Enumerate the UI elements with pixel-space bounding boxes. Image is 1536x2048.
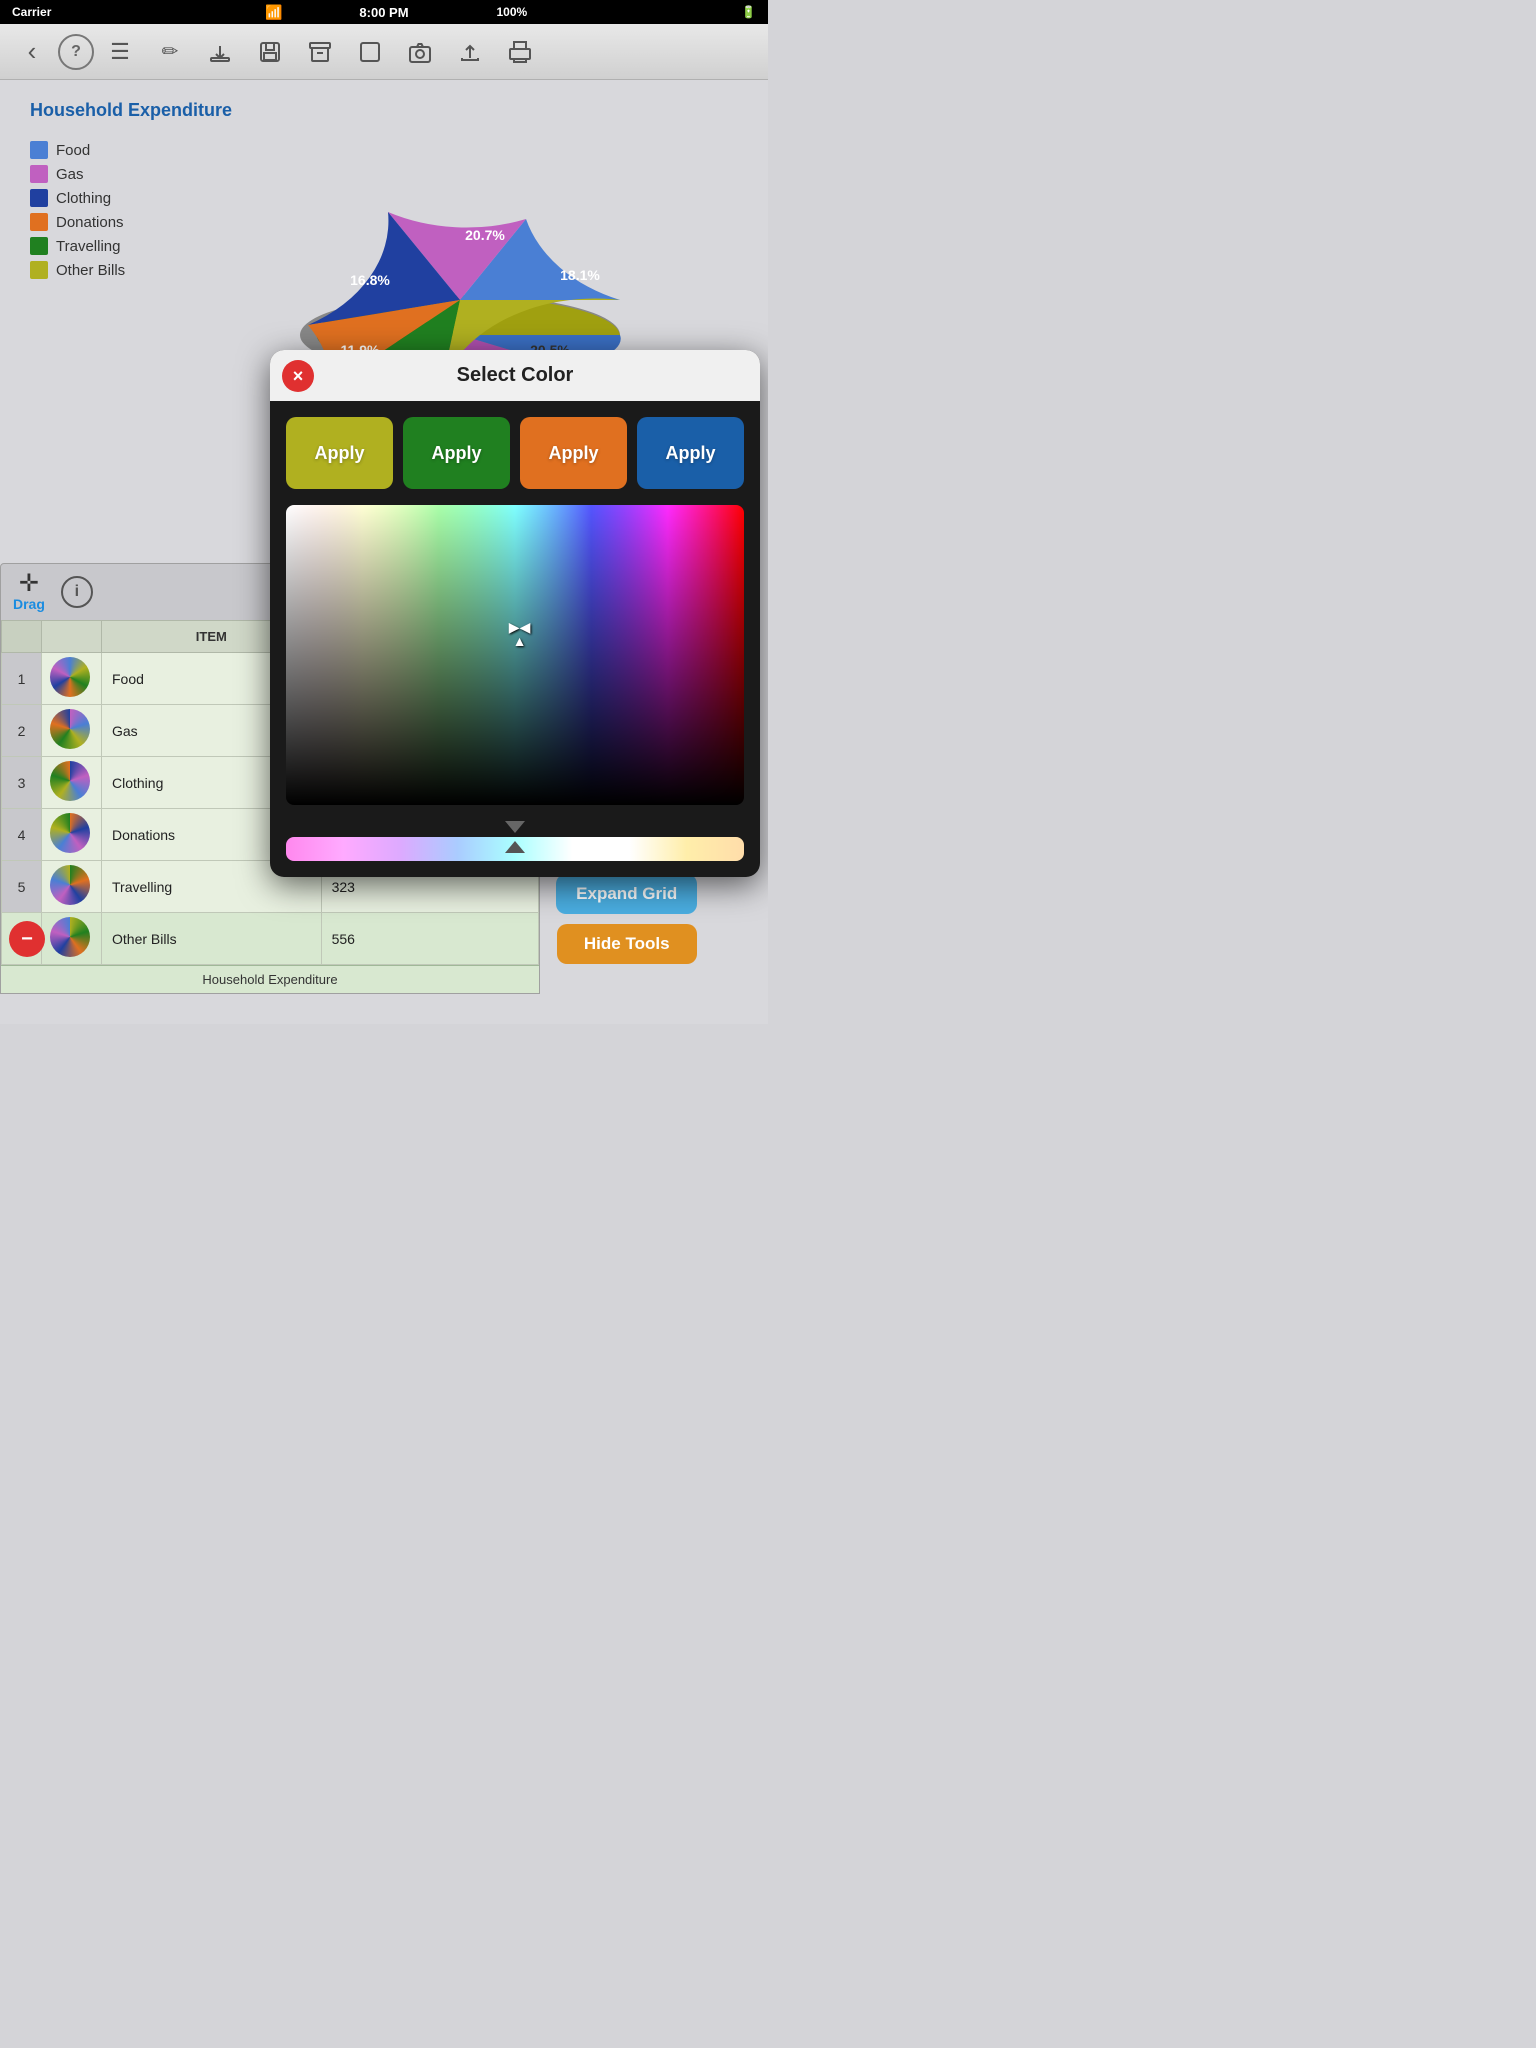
- modal-overlay: × Select Color Apply Apply Apply Apply ▶…: [0, 80, 768, 1024]
- share-button[interactable]: [446, 30, 494, 74]
- battery-label: 100%: [496, 5, 527, 19]
- print-button[interactable]: [496, 30, 544, 74]
- battery-icon: 🔋: [741, 5, 756, 19]
- preset-button-2[interactable]: Apply: [520, 417, 627, 489]
- download-button[interactable]: [196, 30, 244, 74]
- save-button[interactable]: [246, 30, 294, 74]
- modal-header: × Select Color: [270, 350, 760, 401]
- preset-button-1[interactable]: Apply: [403, 417, 510, 489]
- modal-close-button[interactable]: ×: [282, 360, 314, 392]
- archive-button[interactable]: [296, 30, 344, 74]
- preset-button-3[interactable]: Apply: [637, 417, 744, 489]
- hue-slider[interactable]: [286, 837, 744, 861]
- toolbar: ‹ ? ☰ ✏: [0, 24, 768, 80]
- main-content: Household Expenditure Food Gas Clothing …: [0, 80, 768, 1024]
- color-cursor: ▶◀▲: [509, 620, 531, 648]
- time-label: 8:00 PM: [359, 5, 408, 20]
- preset-button-0[interactable]: Apply: [286, 417, 393, 489]
- select-color-modal: × Select Color Apply Apply Apply Apply ▶…: [270, 350, 760, 877]
- window-button[interactable]: [346, 30, 394, 74]
- status-bar: Carrier 📶 8:00 PM 100% 🔋: [0, 0, 768, 24]
- slider-thumb-up: [505, 841, 525, 853]
- hue-slider-container: [286, 817, 744, 861]
- list-button[interactable]: ☰: [96, 30, 144, 74]
- color-presets: Apply Apply Apply Apply: [286, 417, 744, 489]
- wifi-icon: 📶: [265, 4, 282, 21]
- color-picker-gradient[interactable]: ▶◀▲: [286, 505, 744, 805]
- edit-button[interactable]: ✏: [146, 30, 194, 74]
- back-button[interactable]: ‹: [8, 30, 56, 74]
- modal-body: Apply Apply Apply Apply ▶◀▲: [270, 401, 760, 877]
- modal-title: Select Color: [457, 364, 574, 387]
- cursor-arrows: ▶◀▲: [509, 620, 531, 648]
- slider-thumb-down: [505, 821, 525, 833]
- carrier-label: Carrier: [12, 5, 51, 19]
- help-button[interactable]: ?: [58, 34, 94, 70]
- camera-button[interactable]: [396, 30, 444, 74]
